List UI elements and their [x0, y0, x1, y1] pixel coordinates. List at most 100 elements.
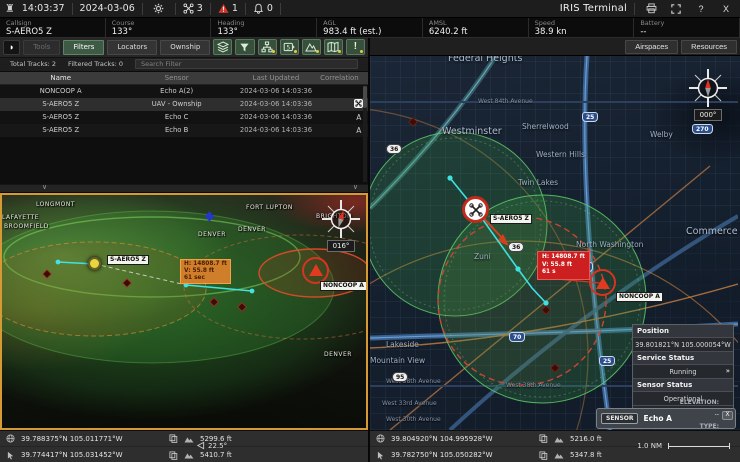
telemetry-label: Course	[112, 19, 205, 27]
map-place-label: DENVER	[324, 351, 352, 358]
track-name: NONCOOP A	[0, 87, 121, 95]
track-sensor: Echo A(2)	[121, 87, 231, 95]
fullscreen-button[interactable]	[667, 2, 685, 16]
close-sensor-bar-button[interactable]: X	[722, 411, 733, 420]
app-title: IRIS Terminal	[560, 3, 627, 14]
drone-count: 3	[197, 3, 203, 14]
sensor-status-header: Sensor Status	[633, 379, 733, 392]
tracks-tab[interactable]: Tools	[23, 40, 60, 55]
map-top-button[interactable]: Airspaces	[625, 40, 678, 54]
column-header[interactable]: Last Updated	[232, 74, 320, 82]
copy-icon	[169, 434, 178, 443]
telemetry-label: Heading	[217, 19, 310, 27]
tracks-tab[interactable]: Ownship	[160, 40, 210, 55]
track-sensor: UAV - Ownship	[121, 100, 231, 108]
track-row[interactable]: S-AERO5 Z Echo C 2024-03-06 14:03:36 A	[0, 111, 368, 124]
telemetry-strip: Callsign S-AERO5 Z Course 133° Heading 1…	[0, 18, 740, 38]
intruder-label: NONCOOP A	[320, 281, 367, 291]
copy-coords-button[interactable]	[169, 434, 178, 443]
map-street-label: West 33rd Avenue	[382, 400, 437, 407]
chevron-down-icon[interactable]: ∨	[353, 183, 358, 192]
telemetry-cell: Course 133°	[106, 18, 212, 37]
scale-bar	[668, 443, 730, 449]
telemetry-value: --	[640, 27, 733, 37]
badge-dot	[360, 50, 363, 53]
warning-count: 1	[232, 3, 238, 14]
column-header[interactable]: Name	[0, 74, 121, 82]
divider	[210, 3, 211, 15]
intruder-marker-3d[interactable]	[302, 257, 329, 284]
highway-shield: 95	[392, 372, 408, 382]
tracks-tab[interactable]: Locators	[107, 40, 157, 55]
tilt-angle-icon	[196, 441, 205, 450]
layers-button[interactable]	[213, 39, 232, 55]
intruder-marker-2d[interactable]	[589, 269, 616, 296]
chevron-down-icon[interactable]: ∨	[42, 183, 47, 192]
telemetry-value: 38.9 kn	[535, 27, 628, 37]
expand-panel-button[interactable]: »	[726, 367, 730, 375]
track-row[interactable]: S-AERO5 Z UAV - Ownship 2024-03-06 14:03…	[0, 98, 368, 111]
map-town-label: Twin Lakes	[518, 178, 558, 187]
telemetry-label: Battery	[640, 19, 733, 27]
track-sensor: Echo B	[121, 126, 231, 134]
intruder-triangle-icon	[309, 264, 323, 276]
panel-splitter[interactable]: ∨ ∨	[0, 184, 368, 193]
warning-count-chip[interactable]: 1	[218, 3, 238, 14]
divider	[175, 3, 176, 15]
divider	[245, 3, 246, 15]
help-button[interactable]: ?	[692, 2, 710, 16]
clock-date: 2024-03-06	[80, 3, 135, 14]
ownship-drone-icon	[468, 202, 484, 218]
total-tracks-label: Total Tracks: 2	[10, 60, 56, 68]
track-hierarchy-button[interactable]	[258, 39, 277, 55]
map-2d-view[interactable]: Federal HeightsWestminsterSherrelwoodWes…	[370, 56, 740, 430]
telemetry-value: 983.4 ft (est.)	[323, 27, 416, 37]
map-top-button[interactable]: Resources	[681, 40, 737, 54]
ownship-label: S-AERO5 Z	[490, 214, 532, 224]
column-header[interactable]: Correlation	[320, 74, 349, 82]
map-scale-indicator: 1.0 NM	[637, 442, 730, 450]
track-last-updated: 2024-03-06 14:03:36	[232, 113, 320, 121]
track-row[interactable]: NONCOOP A Echo A(2) 2024-03-06 14:03:36	[0, 85, 368, 98]
close-window-button[interactable]: X	[717, 2, 735, 16]
clock-time: 14:03:37	[22, 3, 65, 14]
telemetry-label: Callsign	[6, 19, 99, 27]
copy-coords-button[interactable]	[539, 434, 548, 443]
compass-2d[interactable]: 000°	[688, 68, 728, 121]
track-info-callout: H: 14808.7 ft V: 55.8 ft 61 sec	[180, 259, 231, 284]
ownship-marker-2d[interactable]	[462, 196, 489, 223]
sensor-tab[interactable]: SENSOR	[601, 413, 638, 424]
copy-coords-button[interactable]	[169, 451, 178, 460]
layers-icon	[217, 41, 229, 53]
sensor-name: Echo A	[643, 414, 671, 423]
column-header[interactable]: Sensor	[121, 74, 231, 82]
print-button[interactable]	[642, 2, 660, 16]
settings-gear-button[interactable]	[150, 2, 168, 16]
alerts-button[interactable]: !	[346, 39, 365, 55]
alerts-bell-chip[interactable]: 0	[253, 3, 273, 14]
ownship-marker-3d[interactable]	[88, 257, 101, 270]
tracks-tab[interactable]: Filters	[63, 40, 104, 55]
filter-button[interactable]	[235, 39, 254, 55]
labels-button[interactable]: 5	[280, 39, 299, 55]
map-layers-button[interactable]	[324, 39, 343, 55]
copy-coords-button[interactable]	[539, 451, 548, 460]
compass-3d[interactable]: 016°	[321, 199, 361, 252]
iris-terminal-window: ♜ 14:03:37 2024-03-06 3	[0, 0, 740, 462]
bell-icon	[253, 3, 264, 14]
search-filter-input[interactable]	[135, 59, 358, 69]
map-town-label: Lakeside	[386, 340, 419, 349]
track-last-updated: 2024-03-06 14:03:36	[232, 87, 320, 95]
divider	[142, 3, 143, 15]
map-3d-overlay-graphics	[2, 195, 368, 429]
map-town-label: Welby	[650, 130, 673, 139]
printer-icon	[646, 3, 657, 14]
drone-count-chip[interactable]: 3	[183, 3, 203, 14]
panel-collapse-button[interactable]: ◗	[3, 40, 20, 55]
map-3d-view[interactable]: LONGMONTLAFAYETTEBROOMFIELDFORT LUPTONBR…	[0, 193, 368, 430]
ownship-drone-icon	[354, 99, 363, 108]
terrain-button[interactable]	[302, 39, 321, 55]
table-scrollbar[interactable]	[363, 86, 367, 182]
track-row[interactable]: S-AERO5 Z Echo B 2024-03-06 14:03:36 A	[0, 124, 368, 137]
alert-count: 0	[267, 3, 273, 14]
